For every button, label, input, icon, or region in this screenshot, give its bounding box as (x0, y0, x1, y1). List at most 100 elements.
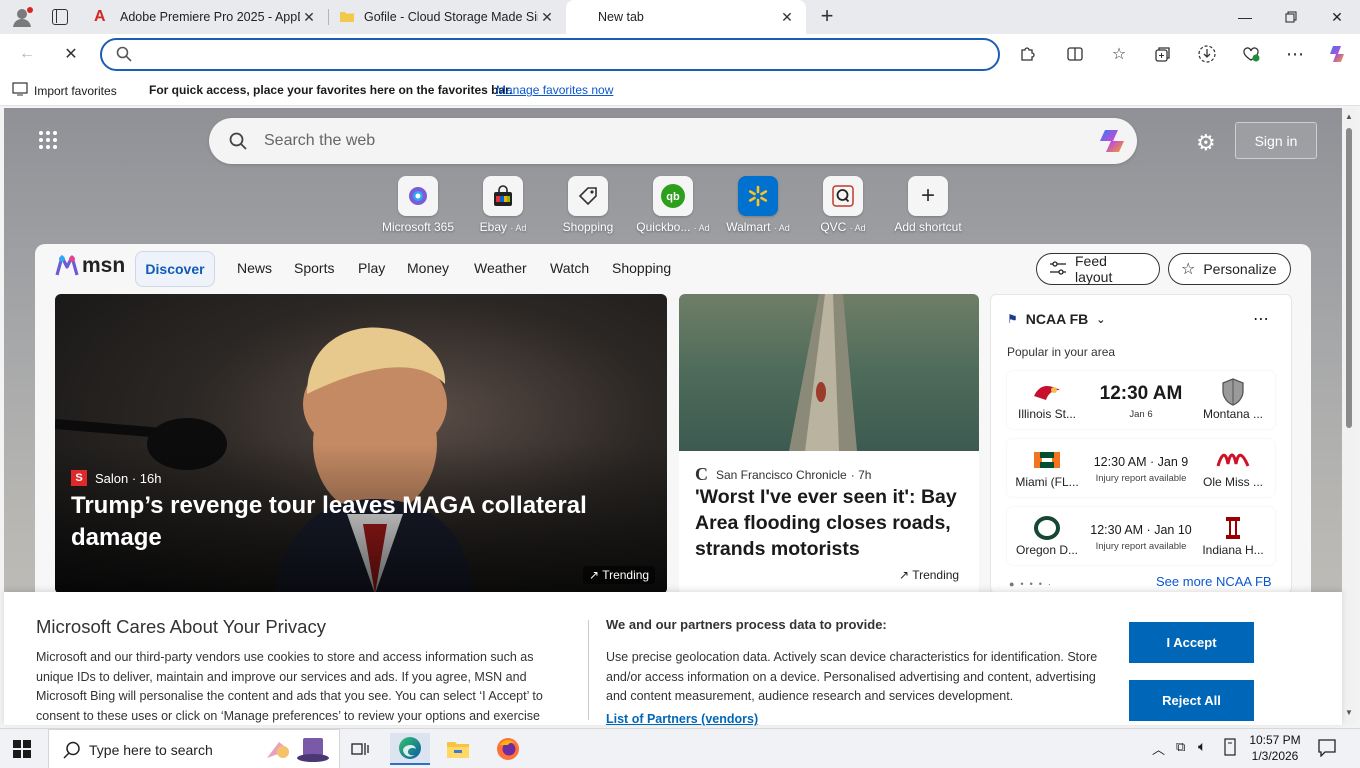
firefox-icon[interactable] (488, 733, 528, 765)
downloads-icon[interactable] (1192, 39, 1222, 69)
scroll-down-arrow-icon[interactable]: ▼ (1345, 708, 1353, 717)
restore-icon[interactable] (1268, 0, 1314, 34)
adobe-icon: A (94, 8, 106, 25)
close-icon[interactable]: ✕ (778, 9, 796, 26)
microsoft-365-icon (398, 176, 438, 216)
msn-logo[interactable]: msn (55, 254, 125, 278)
qvc-icon (823, 176, 863, 216)
tab-shopping[interactable]: Shopping (612, 260, 671, 276)
taskbar-search-box[interactable]: Type here to search (48, 729, 340, 768)
tab-title: Gofile - Cloud Storage Made Sim (364, 10, 538, 24)
profile-avatar-icon[interactable] (10, 6, 34, 28)
favorites-star-icon[interactable]: ☆ (1104, 39, 1134, 69)
partners-link[interactable]: List of Partners (vendors) (606, 712, 758, 726)
story-card-flooding[interactable]: C San Francisco Chronicle · 7h 'Worst I'… (679, 294, 979, 594)
tray-chevron-up-icon[interactable]: ︿ (1152, 739, 1165, 758)
network-icon[interactable]: ⧉ (1176, 739, 1185, 755)
split-screen-icon[interactable] (1060, 39, 1090, 69)
see-more-link[interactable]: See more NCAA FB (1156, 574, 1272, 589)
reject-all-button[interactable]: Reject All (1129, 680, 1254, 721)
shield-icon (1193, 378, 1273, 406)
shortcut-qvc[interactable]: QVC · Ad (803, 176, 883, 234)
volume-icon[interactable]: 🔈︎ (1198, 738, 1206, 755)
address-input[interactable] (142, 44, 982, 66)
shortcut-label: Add shortcut (894, 220, 962, 234)
clock[interactable]: 10:57 PM 1/3/2026 (1244, 732, 1306, 764)
tab-money[interactable]: Money (407, 260, 449, 276)
search-icon (116, 46, 132, 65)
home-team: Oregon D... (1007, 515, 1087, 557)
tab-new-tab[interactable]: New tab ✕ (566, 0, 806, 34)
game-row[interactable]: Miami (FL... 12:30 AM · Jan 9 Injury rep… (1007, 439, 1275, 497)
close-icon[interactable]: ✕ (538, 9, 556, 26)
edge-taskbar-icon[interactable] (390, 733, 430, 765)
input-language-icon[interactable] (1222, 738, 1238, 758)
chronicle-icon: C (695, 464, 708, 484)
personalize-button[interactable]: ☆ Personalize (1168, 253, 1291, 285)
game-row[interactable]: Illinois St... 12:30 AM Jan 6 Montana ..… (1007, 371, 1275, 429)
minimize-icon[interactable]: — (1222, 0, 1268, 34)
copilot-icon[interactable] (1097, 128, 1127, 157)
address-bar[interactable] (100, 38, 1000, 71)
notifications-icon[interactable] (1318, 739, 1336, 760)
story2-headline[interactable]: 'Worst I've ever seen it': Bay Area floo… (695, 484, 965, 562)
team-logo-icon (1007, 379, 1087, 405)
sign-in-button[interactable]: Sign in (1235, 122, 1317, 159)
scrollbar-thumb[interactable] (1346, 128, 1352, 428)
extensions-icon[interactable] (1012, 39, 1042, 69)
shortcut-label: Microsoft 365 (381, 220, 455, 234)
tab-weather[interactable]: Weather (474, 260, 527, 276)
ad-badge: · Ad (849, 223, 866, 233)
new-tab-icon[interactable]: + (816, 5, 838, 27)
clock-date: 1/3/2026 (1251, 749, 1299, 763)
windows-start-icon[interactable] (2, 733, 42, 765)
task-view-icon[interactable] (340, 733, 380, 765)
back-arrow-icon[interactable]: ← (12, 39, 42, 69)
sports-more-icon[interactable]: ⋯ (1253, 309, 1269, 329)
stop-loading-icon[interactable]: ✕ (56, 39, 86, 69)
tab-discover[interactable]: Discover (135, 251, 215, 287)
more-menu-icon[interactable]: ⋯ (1280, 39, 1310, 69)
game-row[interactable]: Oregon D... 12:30 AM · Jan 10 Injury rep… (1007, 507, 1275, 565)
tab-adobe-premiere[interactable]: A Adobe Premiere Pro 2025 - AppD ✕ (84, 0, 328, 34)
tab-gofile[interactable]: Gofile - Cloud Storage Made Sim ✕ (330, 0, 566, 34)
browser-essentials-icon[interactable] (1236, 39, 1266, 69)
import-favorites-button[interactable]: Import favorites (12, 82, 117, 99)
page-scrollbar[interactable]: ▲ ▼ (1342, 108, 1356, 725)
settings-gear-icon[interactable]: ⚙ (1196, 130, 1216, 156)
walmart-icon (738, 176, 778, 216)
game-note: Injury report available (1095, 473, 1187, 484)
tab-watch[interactable]: Watch (550, 260, 589, 276)
copilot-icon[interactable] (1322, 39, 1352, 69)
carousel-dots[interactable]: ●•••· (1009, 579, 1057, 589)
tab-play[interactable]: Play (358, 260, 385, 276)
hero-story-card[interactable]: S Salon · 16h Trump’s revenge tour leave… (55, 294, 667, 594)
accept-button[interactable]: I Accept (1129, 622, 1254, 663)
tab-news[interactable]: News (237, 260, 272, 276)
hero-headline[interactable]: Trump’s revenge tour leaves MAGA collate… (71, 490, 631, 554)
shortcut-ebay[interactable]: Ebay · Ad (463, 176, 543, 234)
close-window-icon[interactable]: ✕ (1314, 0, 1360, 34)
shortcut-walmart[interactable]: Walmart · Ad (718, 176, 798, 234)
league-selector[interactable]: ⚑ NCAA FB ⌄ (1007, 311, 1105, 327)
close-icon[interactable]: ✕ (300, 9, 318, 26)
shortcut-shopping[interactable]: Shopping (548, 176, 628, 234)
away-team-name: Montana ... (1202, 407, 1264, 421)
scroll-up-arrow-icon[interactable]: ▲ (1345, 112, 1353, 121)
game-date: Jan 6 (1129, 409, 1153, 420)
shortcut-quickbooks[interactable]: qb Quickbo... · Ad (633, 176, 713, 234)
collections-icon[interactable] (1148, 39, 1178, 69)
add-shortcut-button[interactable]: + Add shortcut (888, 176, 968, 234)
app-launcher-icon[interactable] (38, 130, 58, 150)
tab-sports[interactable]: Sports (294, 260, 334, 276)
team-logo-icon (1007, 447, 1087, 473)
shortcut-microsoft-365[interactable]: Microsoft 365 (378, 176, 458, 234)
sports-card: ⚑ NCAA FB ⌄ ⋯ Popular in your area Illin… (990, 294, 1292, 594)
feed-layout-button[interactable]: Feed layout (1036, 253, 1160, 285)
web-search-box[interactable]: Search the web (209, 118, 1137, 164)
chevron-down-icon: ⌄ (1096, 313, 1106, 326)
tab-actions-icon[interactable] (52, 9, 68, 25)
manage-favorites-link[interactable]: Manage favorites now (496, 83, 613, 97)
file-explorer-icon[interactable] (438, 733, 478, 765)
home-team-name: Miami (FL... (1015, 475, 1079, 489)
